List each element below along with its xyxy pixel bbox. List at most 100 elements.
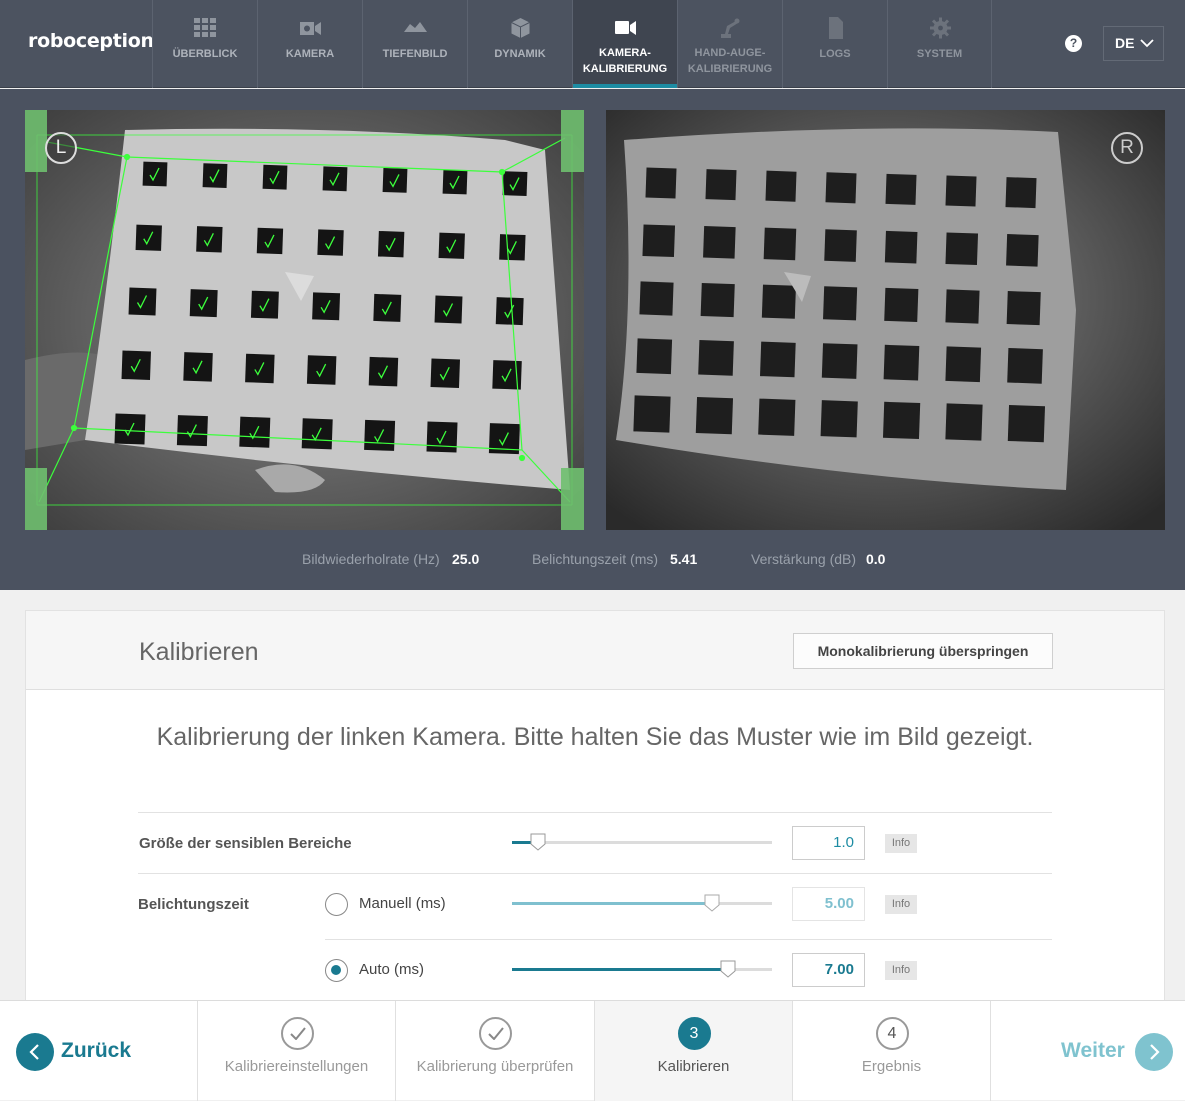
- grid-square: [364, 419, 396, 451]
- step-number: 3: [677, 1017, 711, 1050]
- next-button[interactable]: Weiter: [991, 1001, 1185, 1101]
- next-label: Weiter: [1061, 1039, 1125, 1062]
- nav-tab-label: LOGS: [819, 48, 851, 60]
- nav-tab-dynamics[interactable]: DYNAMIK: [467, 0, 572, 88]
- slider-thumb[interactable]: [704, 894, 720, 912]
- video-camera-icon: [615, 21, 636, 35]
- grid-square: [883, 344, 920, 381]
- grid-square: [438, 232, 465, 259]
- grid-square: [884, 230, 918, 264]
- wizard-step-4[interactable]: 4 Ergebnis: [793, 1001, 991, 1101]
- grid-square: [1007, 348, 1043, 384]
- auto-exposure-info-button[interactable]: Info: [885, 961, 917, 980]
- camera-icon: [300, 22, 321, 35]
- wizard-step-2[interactable]: Kalibrierung überprüfen: [396, 1001, 595, 1101]
- grid-square: [1007, 404, 1046, 443]
- grid-square: [189, 289, 218, 318]
- grid-square: [823, 286, 858, 321]
- grid-square: [183, 352, 213, 382]
- manual-exposure-radio[interactable]: [325, 893, 348, 916]
- exposure-time-label: Belichtungszeit: [138, 896, 249, 913]
- sensitive-area-slider[interactable]: [512, 833, 772, 851]
- nav-tab-overview[interactable]: ÜBERBLICK: [152, 0, 257, 88]
- grid-square: [758, 398, 796, 436]
- nav-tab-label: SYSTEM: [916, 48, 963, 60]
- grid-square: [312, 292, 341, 321]
- grid-square: [202, 163, 228, 189]
- grid-square: [322, 166, 348, 192]
- language-select[interactable]: DE: [1103, 26, 1164, 61]
- robot-arm-icon: [721, 18, 740, 38]
- nav-tab-hand-eye-calibration[interactable]: HAND-AUGE- KALIBRIERUNG: [677, 0, 782, 88]
- grid-square: [306, 355, 337, 385]
- document-icon: [829, 17, 843, 39]
- manual-exposure-slider[interactable]: [512, 894, 772, 912]
- grid-square: [442, 169, 468, 195]
- chevron-right-icon: [1150, 1044, 1160, 1060]
- divider: [138, 812, 1052, 813]
- grid-square: [196, 226, 223, 253]
- nav-tab-camera-calibration[interactable]: KAMERA- KALIBRIERUNG: [572, 0, 677, 88]
- grid-square: [256, 227, 284, 255]
- roboception-logo[interactable]: roboception: [28, 30, 154, 52]
- manual-exposure-info-button[interactable]: Info: [885, 895, 917, 914]
- sensitive-area-label: Größe der sensiblen Bereiche: [139, 835, 352, 852]
- grid-square: [377, 230, 405, 258]
- grid-square: [765, 170, 797, 202]
- wizard-step-1[interactable]: Kalibriereinstellungen: [198, 1001, 396, 1101]
- gain-label: Verstärkung (dB): [751, 551, 857, 567]
- manual-exposure-input[interactable]: 5.00: [792, 887, 865, 921]
- grid-square: [945, 403, 983, 441]
- camera-viewer: L R Bildwiederholrate (Hz) 25.0 Belichtu…: [0, 89, 1185, 590]
- wizard-step-3[interactable]: 3 Kalibrieren: [595, 1001, 793, 1101]
- grid-square: [317, 229, 344, 256]
- grid-square: [250, 290, 279, 319]
- exposure-value: 5.41: [670, 551, 698, 567]
- slider-thumb[interactable]: [530, 833, 546, 851]
- slider-fill: [512, 902, 713, 905]
- skip-mono-calibration-button[interactable]: Monokalibrierung überspringen: [793, 633, 1053, 669]
- grid-square: [821, 343, 858, 379]
- slider-thumb[interactable]: [720, 960, 736, 978]
- grid-square: [639, 281, 674, 316]
- back-button[interactable]: Zurück: [0, 1001, 198, 1101]
- grid-square: [705, 169, 737, 201]
- top-navigation-bar: roboception ÜBERBLICK KAMERA TIEFENBILD …: [0, 0, 1185, 88]
- checkmark-icon: [488, 1027, 504, 1040]
- grid-square: [645, 167, 677, 199]
- grid-square: [761, 284, 796, 319]
- grid-square: [245, 353, 275, 384]
- auto-exposure-slider[interactable]: [512, 960, 772, 978]
- grid-square: [882, 401, 921, 440]
- nav-tab-logs[interactable]: LOGS: [782, 0, 887, 88]
- grid-square: [698, 340, 734, 376]
- auto-exposure-radio[interactable]: [325, 959, 348, 982]
- grid-square: [142, 161, 168, 187]
- nav-tab-label: KAMERA: [285, 48, 335, 60]
- sensitive-area-info-button[interactable]: Info: [885, 834, 917, 853]
- grid-square: [825, 172, 857, 204]
- grid-square: [820, 400, 858, 438]
- grid-square: [135, 224, 162, 251]
- left-camera-image: L: [25, 110, 584, 530]
- help-icon[interactable]: ?: [1065, 35, 1082, 52]
- checkmark-icon: [289, 1027, 306, 1040]
- divider: [138, 873, 1052, 874]
- sensitive-area-input[interactable]: 1.0: [792, 826, 865, 860]
- grid-square: [128, 287, 157, 316]
- grid-square: [121, 350, 151, 380]
- nav-tab-camera[interactable]: KAMERA: [257, 0, 362, 88]
- grid-square: [885, 173, 917, 205]
- back-circle: [16, 1033, 54, 1071]
- nav-tab-label: KAMERA- KALIBRIERUNG: [582, 47, 668, 75]
- auto-exposure-input[interactable]: 7.00: [792, 953, 865, 987]
- grid-square: [114, 413, 146, 445]
- nav-tab-depth-image[interactable]: TIEFENBILD: [362, 0, 467, 88]
- exposure-label: Belichtungszeit (ms): [532, 551, 659, 567]
- nav-tab-label: TIEFENBILD: [382, 48, 448, 60]
- manual-exposure-label: Manuell (ms): [359, 895, 446, 912]
- panel-header: Kalibrieren Monokalibrierung überspringe…: [26, 611, 1164, 690]
- nav-tab-system[interactable]: SYSTEM: [887, 0, 992, 88]
- left-camera-badge: L: [45, 132, 77, 164]
- right-camera-badge: R: [1111, 132, 1143, 164]
